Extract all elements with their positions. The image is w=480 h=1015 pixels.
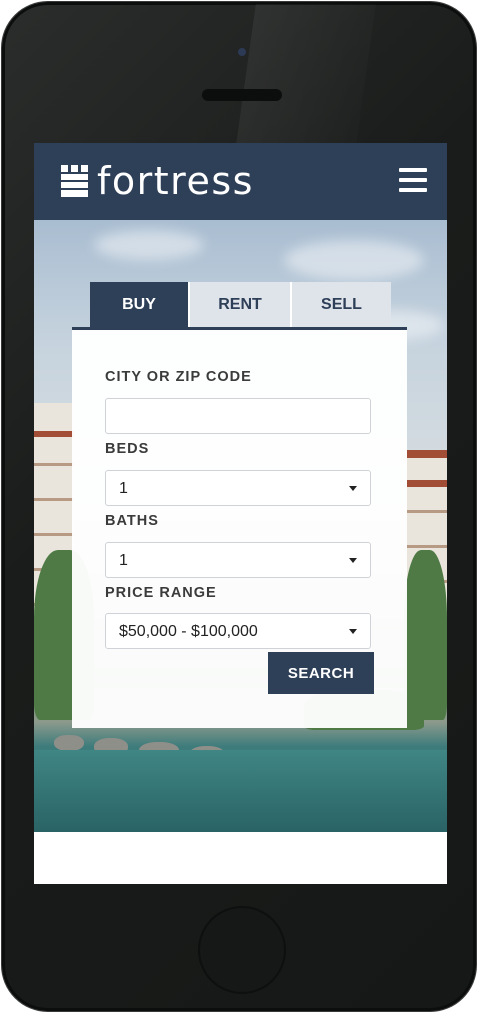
search-button[interactable]: SEARCH — [268, 652, 374, 694]
water — [34, 750, 447, 832]
home-button[interactable] — [198, 906, 286, 994]
beds-select[interactable]: 1 — [105, 470, 371, 506]
tab-sell[interactable]: SELL — [290, 282, 391, 327]
property-search-form: CITY OR ZIP CODE BEDS 1 BATHS 1 PRICE RA… — [72, 327, 407, 728]
city-zip-field[interactable] — [105, 398, 371, 434]
baths-select[interactable]: 1 — [105, 542, 371, 578]
brand-logo[interactable]: fortress — [61, 159, 254, 203]
front-camera — [238, 48, 246, 56]
beds-selected-value: 1 — [119, 480, 128, 497]
baths-label: BATHS — [105, 513, 159, 529]
caret-down-icon — [349, 486, 357, 491]
brand-name: fortress — [97, 159, 254, 203]
caret-down-icon — [349, 629, 357, 634]
price-range-select[interactable]: $50,000 - $100,000 — [105, 613, 371, 649]
listing-type-tabs: BUY RENT SELL — [90, 282, 391, 327]
price-range-selected-value: $50,000 - $100,000 — [119, 623, 258, 640]
price-range-label: PRICE RANGE — [105, 585, 217, 601]
baths-selected-value: 1 — [119, 552, 128, 569]
fortress-tower-icon — [61, 164, 93, 198]
caret-down-icon — [349, 558, 357, 563]
city-zip-label: CITY OR ZIP CODE — [105, 369, 252, 385]
tab-rent[interactable]: RENT — [188, 282, 290, 327]
city-zip-input[interactable] — [106, 399, 370, 433]
earpiece-speaker — [202, 89, 282, 101]
app-screen: fortress BUY RENT SELL CITY OR ZIP CODE … — [34, 143, 447, 884]
hamburger-menu-icon[interactable] — [399, 168, 427, 194]
beds-label: BEDS — [105, 441, 150, 457]
site-header: fortress — [34, 143, 447, 220]
page-footer-space — [34, 832, 447, 884]
tab-buy[interactable]: BUY — [90, 282, 188, 327]
